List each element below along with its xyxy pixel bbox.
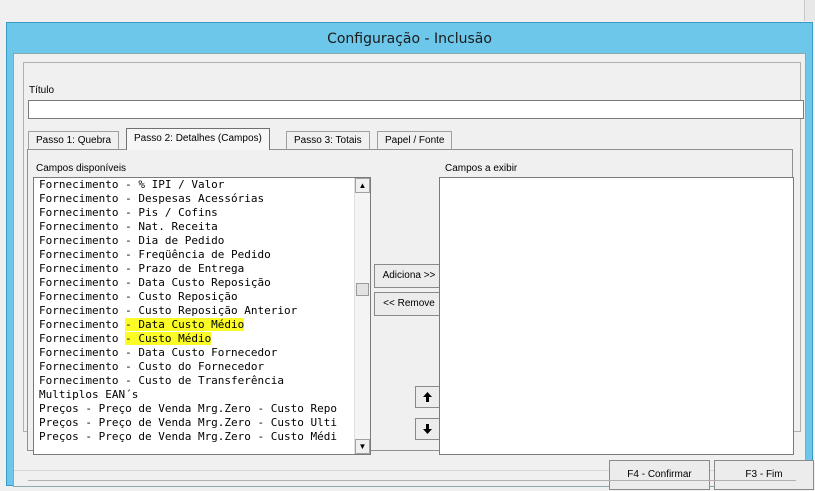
tab-passo1[interactable]: Passo 1: Quebra — [28, 131, 120, 150]
list-item[interactable]: Multiplos EAN´s — [34, 388, 370, 402]
scroll-down-icon[interactable]: ▼ — [355, 439, 370, 454]
tab-papel-fonte[interactable]: Papel / Fonte — [377, 131, 453, 150]
titulo-input[interactable] — [28, 100, 804, 119]
config-dialog: Configuração - Inclusão Título Passo 1: … — [6, 22, 814, 490]
selected-fields-list[interactable] — [439, 177, 794, 455]
available-fields-label: Campos disponíveis — [36, 163, 127, 174]
list-item[interactable]: Fornecimento - Custo do Fornecedor — [34, 360, 370, 374]
list-item[interactable]: Fornecimento - Custo Reposição Anterior — [34, 304, 370, 318]
background-window — [0, 0, 815, 21]
list-item[interactable]: Fornecimento - Custo Reposição — [34, 290, 370, 304]
remove-button[interactable]: << Remove — [374, 292, 444, 316]
list-item[interactable]: Preços - Preço de Venda Mrg.Zero - Custo… — [34, 416, 370, 430]
list-item[interactable]: Fornecimento - Data Custo Reposição — [34, 276, 370, 290]
list-item[interactable]: Fornecimento - Custo de Transferência — [34, 374, 370, 388]
move-down-button[interactable] — [415, 418, 440, 440]
list-item[interactable]: Preços - Preço de Venda Mrg.Zero - Custo… — [34, 430, 370, 444]
arrow-up-icon — [423, 392, 432, 402]
list-item[interactable]: Fornecimento - Custo Médio — [34, 332, 370, 346]
list-item[interactable]: Fornecimento - Data Custo Fornecedor — [34, 346, 370, 360]
available-fields-list[interactable]: Fornecimento - % IPI / Valor Fornecimento… — [33, 177, 371, 455]
list-item[interactable]: Fornecimento - Prazo de Entrega — [34, 262, 370, 276]
list-item[interactable]: Fornecimento - Nat. Receita — [34, 220, 370, 234]
list-item[interactable]: Fornecimento - % IPI / Valor — [34, 178, 370, 192]
list-item-text: Fornecimento — [39, 332, 126, 345]
list-item[interactable]: Fornecimento - Freqüência de Pedido — [34, 248, 370, 262]
tab-passo3[interactable]: Passo 3: Totais — [286, 131, 370, 150]
highlighted-text: - Custo Médio — [125, 332, 212, 345]
dialog-client: Título Passo 1: Quebra Passo 2: Detalhes… — [13, 53, 814, 490]
add-button[interactable]: Adiciona >> — [374, 264, 444, 288]
selected-fields-label: Campos a exibir — [445, 163, 518, 174]
list-item[interactable]: Fornecimento - Dia de Pedido — [34, 234, 370, 248]
window-title: Configuração - Inclusão — [327, 31, 492, 47]
arrow-down-icon — [423, 424, 432, 434]
scrollbar[interactable]: ▲ ▼ — [354, 178, 370, 454]
list-item[interactable]: Preços - Preço de Venda Mrg.Zero - Custo… — [34, 402, 370, 416]
highlighted-text: - Data Custo Médio — [125, 318, 245, 331]
list-item-text: Fornecimento — [39, 318, 126, 331]
move-up-button[interactable] — [415, 386, 440, 408]
background-window-edge — [804, 0, 815, 21]
list-item[interactable]: Fornecimento - Pis / Cofins — [34, 206, 370, 220]
scroll-up-icon[interactable]: ▲ — [355, 178, 370, 193]
tab-passo2[interactable]: Passo 2: Detalhes (Campos) — [126, 128, 270, 150]
list-item[interactable]: Fornecimento - Data Custo Médio — [34, 318, 370, 332]
titulo-label: Título — [29, 85, 55, 96]
available-items: Fornecimento - % IPI / Valor Fornecimento… — [34, 178, 370, 444]
list-item[interactable]: Fornecimento - Despesas Acessórias — [34, 192, 370, 206]
scroll-thumb[interactable] — [356, 283, 369, 296]
